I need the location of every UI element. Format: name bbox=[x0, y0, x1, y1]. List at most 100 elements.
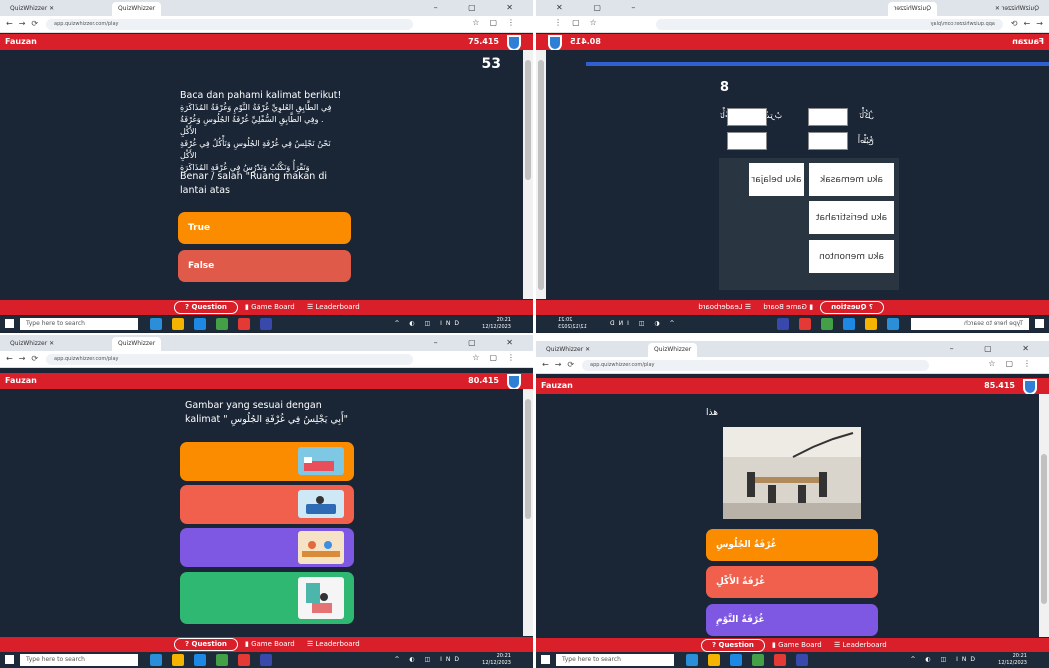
progress-bar bbox=[586, 62, 1049, 66]
answer-box-3[interactable] bbox=[808, 132, 848, 150]
clock: 20:21 12/12/2023 bbox=[998, 653, 1027, 666]
answer-box-2[interactable] bbox=[727, 108, 767, 126]
tab-bar: QuizWhizzer ✕ QuizWhizzer – ▢ ✕ bbox=[536, 0, 1049, 16]
clock: 20:21 12/12/2023 bbox=[558, 317, 587, 330]
windows-icon[interactable] bbox=[5, 319, 14, 328]
prompt: Baca dan pahami kalimat berikut! bbox=[180, 90, 342, 101]
tab-2[interactable]: QuizWhizzer bbox=[112, 337, 162, 351]
answer-option-4[interactable] bbox=[180, 572, 354, 624]
url-field[interactable]: app.quizwhizzer.com/play bbox=[46, 19, 413, 30]
nav-buttons[interactable]: ←→⟳ bbox=[6, 19, 44, 28]
question-tab[interactable]: ? Question bbox=[174, 638, 238, 651]
player-name: Fauzan bbox=[5, 37, 37, 46]
timer: 53 bbox=[481, 56, 501, 72]
url-field[interactable]: app.quizwhizzer.com/play bbox=[582, 360, 929, 371]
top-bar: Fauzan 80.415 bbox=[0, 373, 533, 390]
score: 80.415 bbox=[570, 37, 601, 46]
answer-option-2[interactable] bbox=[180, 485, 354, 524]
question-text: Gambar yang sesuai dengan kalimat " أَبِ… bbox=[185, 400, 348, 425]
question-text: Benar / salah "Ruang makan di lantai ata… bbox=[180, 171, 328, 196]
scrollbar[interactable] bbox=[523, 389, 533, 636]
kitchen-image-icon bbox=[298, 531, 344, 564]
address-bar: ←→⟳ app.quizwhizzer.com/play ☆▢⋮ bbox=[0, 351, 533, 368]
question-tab[interactable]: ? Question bbox=[701, 639, 765, 652]
nav-buttons[interactable]: ←→⟳ bbox=[542, 360, 580, 369]
shield-icon bbox=[1023, 379, 1037, 395]
system-tray[interactable]: ^ ◐ ◫ IND bbox=[394, 656, 463, 663]
tab-1[interactable]: QuizWhizzer ✕ bbox=[4, 2, 61, 16]
tab-2[interactable]: QuizWhizzer bbox=[887, 2, 937, 16]
tab-2[interactable]: QuizWhizzer bbox=[112, 2, 162, 16]
gameboard-tab[interactable]: ▮ Game Board bbox=[763, 303, 813, 311]
taskbar-search[interactable]: Type here to search bbox=[911, 318, 1029, 330]
reading-image-icon bbox=[298, 577, 344, 619]
scrollbar[interactable] bbox=[536, 50, 546, 299]
bottom-nav: ? Question ▮ Game Board ☰ Leaderboard bbox=[0, 637, 533, 652]
url-field[interactable]: app.quizwhizzer.com/play bbox=[46, 354, 413, 365]
windows-icon[interactable] bbox=[5, 655, 14, 664]
window-controls[interactable]: – ▢ ✕ bbox=[950, 344, 1043, 353]
gameboard-tab[interactable]: ▮ Game Board bbox=[245, 640, 295, 648]
windows-icon[interactable] bbox=[1035, 319, 1044, 328]
answer-option-2[interactable]: غُرْفَةُ الأَكْلِ bbox=[706, 566, 878, 598]
top-bar: Fauzan 80.415 bbox=[536, 34, 1049, 51]
gameboard-tab[interactable]: ▮ Game Board bbox=[772, 641, 822, 649]
taskbar-apps[interactable] bbox=[150, 318, 282, 332]
gameboard-tab[interactable]: ▮ Game Board bbox=[245, 303, 295, 311]
answer-option-1[interactable]: غُرْفَةُ الجُلُوسِ bbox=[706, 529, 878, 561]
shield-icon bbox=[548, 35, 562, 51]
toolbar-icons[interactable]: ☆▢⋮ bbox=[472, 353, 525, 362]
card-belajar[interactable]: aku belajar bbox=[749, 163, 804, 196]
scrollbar[interactable] bbox=[1039, 394, 1049, 637]
bottom-nav: ? Question ▮ Game Board ☰ Leaderboard bbox=[0, 300, 533, 315]
quadrant-picture-choice: QuizWhizzer ✕ QuizWhizzer – ▢ ✕ ←→⟳ app.… bbox=[0, 335, 533, 668]
leaderboard-tab[interactable]: ☰ Leaderboard bbox=[307, 640, 360, 648]
window-controls[interactable]: – ▢ ✕ bbox=[434, 338, 527, 347]
nav-buttons[interactable]: ←→⟳ bbox=[1005, 19, 1043, 28]
scrollbar[interactable] bbox=[523, 50, 533, 299]
system-tray[interactable]: ^ ◐ ◫ IND bbox=[910, 656, 979, 663]
question-tab[interactable]: ? Question bbox=[174, 301, 238, 314]
taskbar-search[interactable]: Type here to search bbox=[20, 654, 138, 666]
answer-box-4[interactable] bbox=[727, 132, 767, 150]
question-area: 53 Baca dan pahami kalimat berikut! فِي … bbox=[0, 50, 523, 299]
tab-1[interactable]: QuizWhizzer ✕ bbox=[540, 343, 597, 357]
answer-box-1[interactable] bbox=[808, 108, 848, 126]
taskbar-apps[interactable] bbox=[150, 654, 282, 668]
taskbar-apps[interactable] bbox=[686, 654, 818, 668]
quadrant-image-choice: QuizWhizzer ✕ QuizWhizzer – ▢ ✕ ←→⟳ app.… bbox=[536, 341, 1049, 668]
window-controls[interactable]: – ▢ ✕ bbox=[434, 3, 527, 12]
answer-true[interactable]: True bbox=[178, 212, 351, 244]
answer-false[interactable]: False bbox=[178, 250, 351, 282]
player-name: Fauzan bbox=[541, 381, 573, 390]
card-menonton[interactable]: aku menonton bbox=[809, 240, 894, 273]
leaderboard-tab[interactable]: ☰ Leaderboard bbox=[698, 303, 751, 311]
toolbar-icons[interactable]: ☆▢⋮ bbox=[472, 18, 525, 27]
nav-buttons[interactable]: ←→⟳ bbox=[6, 354, 44, 363]
toolbar-icons[interactable]: ☆▢⋮ bbox=[544, 18, 597, 27]
answer-option-3[interactable] bbox=[180, 528, 354, 567]
taskbar: Type here to search ^ ◐ ◫ IND 20:21 12/12… bbox=[0, 316, 533, 332]
system-tray[interactable]: ^ ◐ ◫ IND bbox=[606, 320, 675, 327]
window-controls[interactable]: – ▢ ✕ bbox=[542, 3, 635, 12]
url-field[interactable]: app.quizwhizzer.com/play bbox=[656, 19, 1003, 30]
tab-bar: QuizWhizzer ✕ QuizWhizzer – ▢ ✕ bbox=[0, 0, 533, 16]
system-tray[interactable]: ^ ◐ ◫ IND bbox=[394, 320, 463, 327]
answer-option-1[interactable] bbox=[180, 442, 354, 481]
leaderboard-tab[interactable]: ☰ Leaderboard bbox=[307, 303, 360, 311]
question-tab[interactable]: ? Question bbox=[820, 301, 884, 314]
tab-2[interactable]: QuizWhizzer bbox=[648, 343, 698, 357]
card-beristirahat[interactable]: aku beristirahat bbox=[809, 201, 894, 234]
tab-1[interactable]: QuizWhizzer ✕ bbox=[988, 2, 1045, 16]
tab-bar: QuizWhizzer ✕ QuizWhizzer – ▢ ✕ bbox=[536, 341, 1049, 357]
toolbar-icons[interactable]: ☆▢⋮ bbox=[988, 359, 1041, 368]
tab-1[interactable]: QuizWhizzer ✕ bbox=[4, 337, 61, 351]
windows-icon[interactable] bbox=[541, 655, 550, 664]
card-memasak[interactable]: aku memasak bbox=[809, 163, 894, 196]
taskbar: Type here to search ^ ◐ ◫ IND 20:21 12/12… bbox=[536, 316, 1049, 332]
taskbar-search[interactable]: Type here to search bbox=[556, 654, 674, 666]
answer-option-3[interactable]: غُرْفَةُ النَّوْمِ bbox=[706, 604, 878, 636]
taskbar-apps[interactable] bbox=[767, 318, 899, 332]
taskbar-search[interactable]: Type here to search bbox=[20, 318, 138, 330]
leaderboard-tab[interactable]: ☰ Leaderboard bbox=[834, 641, 887, 649]
